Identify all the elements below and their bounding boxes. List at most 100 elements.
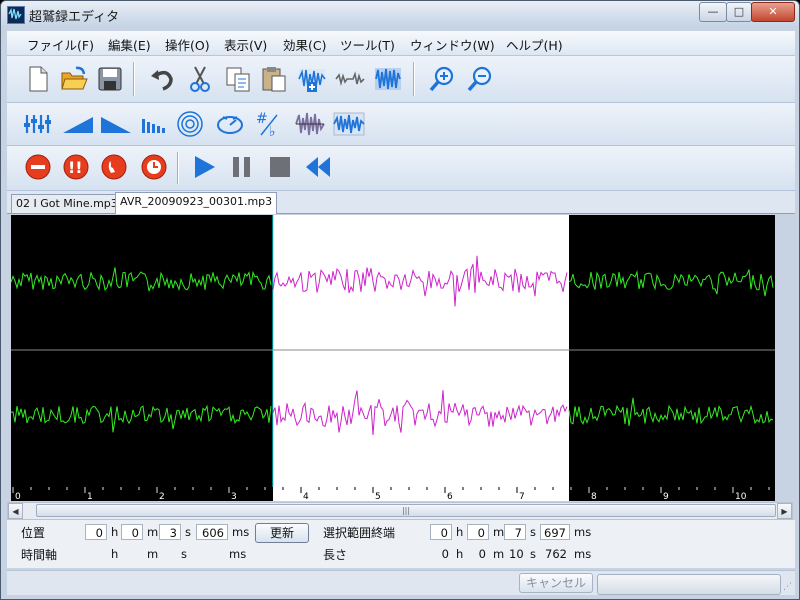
scroll-left-arrow[interactable]: ◀ xyxy=(8,503,23,519)
selection-end-ms-field[interactable]: 697 xyxy=(540,524,570,540)
rewind-icon[interactable] xyxy=(303,152,333,182)
len-unit-s: s xyxy=(530,547,536,561)
len-unit-h: h xyxy=(456,547,464,561)
waveform-app-icon xyxy=(7,6,25,24)
pause-icon[interactable] xyxy=(227,152,257,182)
ruler-label: 1 xyxy=(87,492,93,501)
cancel-button[interactable]: キャンセル xyxy=(519,573,593,593)
position-hour-field[interactable]: 0 xyxy=(85,524,107,540)
cut-icon[interactable] xyxy=(185,64,215,94)
trim-audio-icon[interactable] xyxy=(335,64,365,94)
ruler-label: 6 xyxy=(447,492,453,501)
timeaxis-label: 時間軸 xyxy=(21,548,58,562)
toolbar-edit xyxy=(7,56,795,103)
speed-icon[interactable] xyxy=(215,109,245,139)
ruler-label: 7 xyxy=(519,492,525,501)
app-window: 超鷲録エディタ — □ ✕ ファイル(F) 編集(E) 操作(O) 表示(V) … xyxy=(0,0,800,600)
toolbar-effects: # ♭ xyxy=(7,103,795,146)
fade-in-icon[interactable] xyxy=(61,109,93,139)
scroll-right-arrow[interactable]: ▶ xyxy=(777,503,792,519)
new-file-icon[interactable] xyxy=(23,64,53,94)
minimize-button[interactable]: — xyxy=(699,2,727,22)
update-button[interactable]: 更新 xyxy=(255,523,309,543)
selection-end-hour-field[interactable]: 0 xyxy=(430,524,452,540)
length-ms: 762 xyxy=(545,547,567,561)
toolbar-separator xyxy=(177,152,179,184)
tab-file-1[interactable]: 02 I Got Mine.mp3 xyxy=(11,194,123,213)
selection-region xyxy=(273,215,569,487)
copy-icon[interactable] xyxy=(223,64,253,94)
unit-m: m xyxy=(147,525,159,539)
zoom-out-icon[interactable] xyxy=(465,64,495,94)
position-ms-field[interactable]: 606 xyxy=(196,524,228,540)
sel-unit-ms: ms xyxy=(574,525,592,539)
stop-icon[interactable] xyxy=(265,152,295,182)
menu-bar: ファイル(F) 編集(E) 操作(O) 表示(V) 効果(C) ツール(T) ウ… xyxy=(7,31,795,56)
reverse-wave-icon[interactable] xyxy=(333,109,365,139)
menu-window[interactable]: ウィンドウ(W) xyxy=(410,35,495,54)
menu-file[interactable]: ファイル(F) xyxy=(27,35,94,54)
menu-edit[interactable]: 編集(E) xyxy=(108,35,151,54)
insert-audio-icon[interactable] xyxy=(297,64,327,94)
selection-end-label: 選択範囲終端 xyxy=(323,526,396,540)
waveform-canvas[interactable]: 0 1 2 3 4 5 6 7 8 9 10 xyxy=(11,215,775,501)
record-icon[interactable] xyxy=(23,152,53,182)
tab-file-2[interactable]: AVR_20090923_00301.mp3 xyxy=(115,192,278,214)
undo-icon[interactable] xyxy=(147,64,177,94)
title-bar: 超鷲録エディタ — □ ✕ xyxy=(1,1,799,28)
horizontal-scrollbar[interactable]: ◀ ||| ▶ xyxy=(7,502,793,520)
window-title: 超鷲録エディタ xyxy=(29,10,120,25)
selection-end-minute-field[interactable]: 0 xyxy=(467,524,489,540)
resize-grip-icon[interactable]: ⋰ xyxy=(783,582,792,592)
menu-view[interactable]: 表示(V) xyxy=(224,35,267,54)
menu-help[interactable]: ヘルプ(H) xyxy=(506,35,563,54)
length-label: 長さ xyxy=(323,548,348,562)
sel-unit-m: m xyxy=(493,525,505,539)
echo-icon[interactable] xyxy=(175,109,205,139)
envelope-icon[interactable] xyxy=(139,109,169,139)
selection-end-second-field[interactable]: 7 xyxy=(504,524,526,540)
equalizer-icon[interactable] xyxy=(21,109,51,139)
ruler-label: 4 xyxy=(303,492,309,501)
split-channel-icon[interactable] xyxy=(373,64,403,94)
zoom-in-icon[interactable] xyxy=(427,64,457,94)
ruler-label: 0 xyxy=(15,492,21,501)
fade-out-icon[interactable] xyxy=(99,109,131,139)
maximize-button[interactable]: □ xyxy=(726,2,752,22)
bottom-bar: キャンセル ⋰ xyxy=(7,570,795,595)
pitch-icon[interactable]: # ♭ xyxy=(253,109,283,140)
ruler-label: 5 xyxy=(375,492,381,501)
length-minute: 0 xyxy=(478,547,486,561)
timeaxis-unit-h: h xyxy=(111,547,119,561)
status-panel: 位置 時間軸 0 h 0 m 3 s 606 ms h m s ms 更新 選択… xyxy=(7,520,795,568)
timeaxis-unit-m: m xyxy=(147,547,159,561)
normalize-icon[interactable] xyxy=(295,109,325,139)
toolbar-separator xyxy=(133,62,135,96)
open-folder-icon[interactable] xyxy=(59,64,89,94)
sel-unit-h: h xyxy=(456,525,464,539)
menu-effect[interactable]: 効果(C) xyxy=(283,35,326,54)
record-now-icon[interactable]: !! xyxy=(61,152,91,182)
toolbar-separator xyxy=(413,62,415,96)
save-icon[interactable] xyxy=(95,64,125,94)
timer-record-icon[interactable] xyxy=(139,152,169,182)
paste-icon[interactable] xyxy=(259,64,289,94)
waveform-view[interactable]: 0 1 2 3 4 5 6 7 8 9 10 xyxy=(11,215,775,501)
position-minute-field[interactable]: 0 xyxy=(121,524,143,540)
play-icon[interactable] xyxy=(189,152,219,182)
progress-bar xyxy=(597,574,781,595)
position-second-field[interactable]: 3 xyxy=(159,524,181,540)
scroll-thumb[interactable]: ||| xyxy=(36,504,776,517)
len-unit-m: m xyxy=(493,547,505,561)
length-second: 10 xyxy=(509,547,524,561)
toolbar-transport: !! xyxy=(7,146,795,191)
close-button[interactable]: ✕ xyxy=(751,2,795,22)
phone-record-icon[interactable] xyxy=(99,152,129,182)
menu-tool[interactable]: ツール(T) xyxy=(340,35,395,54)
unit-s: s xyxy=(185,525,191,539)
position-label: 位置 xyxy=(21,526,46,540)
menu-operation[interactable]: 操作(O) xyxy=(165,35,210,54)
length-hour: 0 xyxy=(441,547,449,561)
svg-text:♭: ♭ xyxy=(269,124,276,139)
unit-ms: ms xyxy=(232,525,250,539)
